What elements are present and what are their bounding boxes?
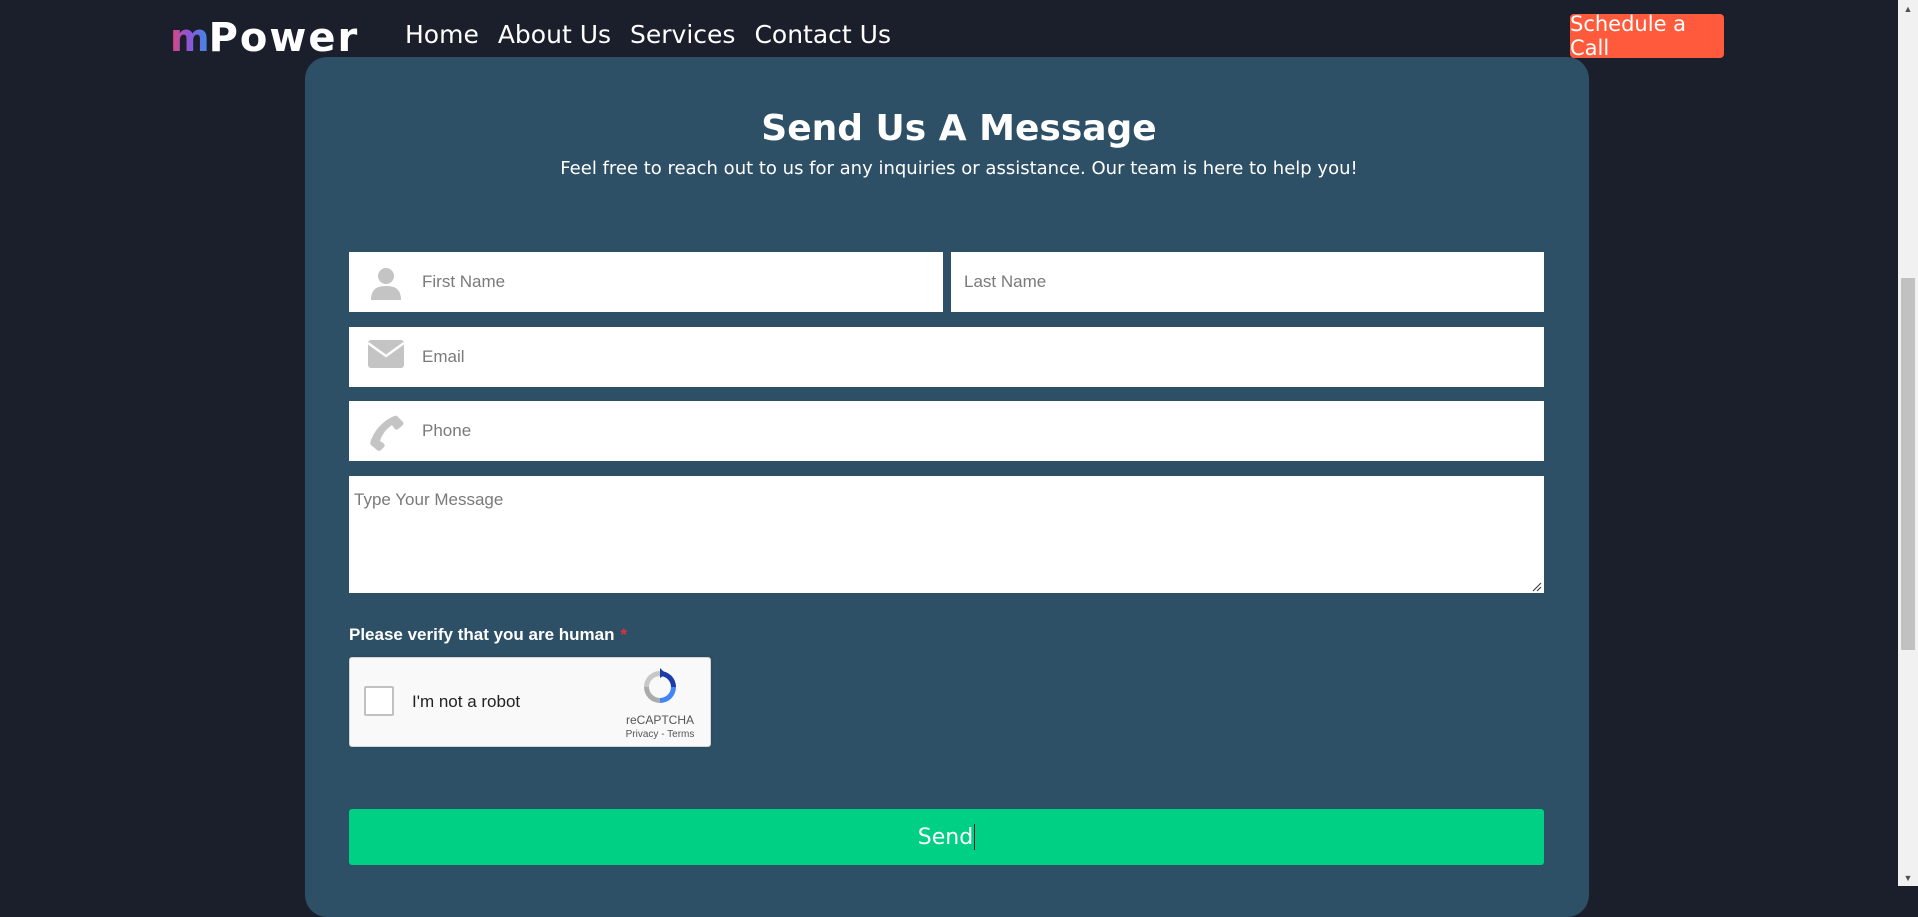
first-name-placeholder: First Name bbox=[422, 272, 506, 291]
nav-contact-us[interactable]: Contact Us bbox=[754, 20, 891, 49]
scroll-down-arrow-icon[interactable]: ▼ bbox=[1898, 869, 1918, 886]
main-nav: Home About Us Services Contact Us bbox=[405, 20, 910, 49]
schedule-call-button[interactable]: Schedule a Call bbox=[1570, 12, 1724, 60]
verify-human-text: Please verify that you are human bbox=[349, 625, 615, 644]
required-asterisk: * bbox=[620, 625, 628, 644]
page-scrollbar[interactable]: ▲ ▼ bbox=[1898, 0, 1918, 886]
logo-m: m bbox=[170, 16, 210, 60]
mpower-logo[interactable]: m Power bbox=[170, 18, 359, 58]
recaptcha-checkbox[interactable] bbox=[364, 686, 394, 716]
nav-about-us[interactable]: About Us bbox=[498, 20, 611, 49]
message-placeholder: Type Your Message bbox=[354, 490, 504, 509]
envelope-icon bbox=[367, 339, 405, 375]
recaptcha-brand-text: reCAPTCHA bbox=[625, 713, 694, 727]
form-title: Send Us A Message bbox=[761, 108, 1157, 149]
resize-handle-icon[interactable] bbox=[1530, 579, 1542, 592]
last-name-field[interactable]: Last Name bbox=[951, 252, 1544, 312]
message-textarea[interactable]: Type Your Message bbox=[349, 476, 1544, 593]
scroll-up-arrow-icon[interactable]: ▲ bbox=[1898, 0, 1918, 17]
recaptcha-terms-link[interactable]: Terms bbox=[667, 729, 694, 740]
logo-power: Power bbox=[208, 15, 360, 61]
verify-human-label: Please verify that you are human * bbox=[349, 625, 627, 645]
recaptcha-privacy-link[interactable]: Privacy bbox=[626, 729, 659, 740]
recaptcha-branding: reCAPTCHA Privacy - Terms bbox=[624, 668, 696, 740]
nav-home[interactable]: Home bbox=[405, 20, 479, 49]
scrollbar-thumb[interactable] bbox=[1901, 278, 1915, 650]
last-name-placeholder: Last Name bbox=[964, 272, 1047, 291]
send-button[interactable]: Send bbox=[349, 809, 1544, 865]
form-subtitle: Feel free to reach out to us for any inq… bbox=[560, 158, 1358, 179]
person-icon bbox=[367, 264, 405, 300]
email-field[interactable]: Email bbox=[349, 327, 1544, 387]
recaptcha-separator: - bbox=[661, 729, 665, 740]
email-placeholder: Email bbox=[422, 347, 465, 366]
recaptcha-widget: I'm not a robot reCAPTCHA Privacy - Term… bbox=[349, 657, 711, 747]
recaptcha-links: Privacy - Terms bbox=[624, 729, 696, 740]
phone-field[interactable]: Phone bbox=[349, 401, 1544, 461]
text-cursor bbox=[974, 824, 976, 850]
phone-icon bbox=[367, 413, 405, 451]
recaptcha-label: I'm not a robot bbox=[412, 692, 521, 711]
first-name-field[interactable]: First Name bbox=[349, 252, 943, 312]
nav-services[interactable]: Services bbox=[630, 20, 735, 49]
recaptcha-logo-icon bbox=[641, 668, 679, 710]
phone-placeholder: Phone bbox=[422, 421, 472, 440]
send-button-label: Send bbox=[917, 824, 974, 850]
